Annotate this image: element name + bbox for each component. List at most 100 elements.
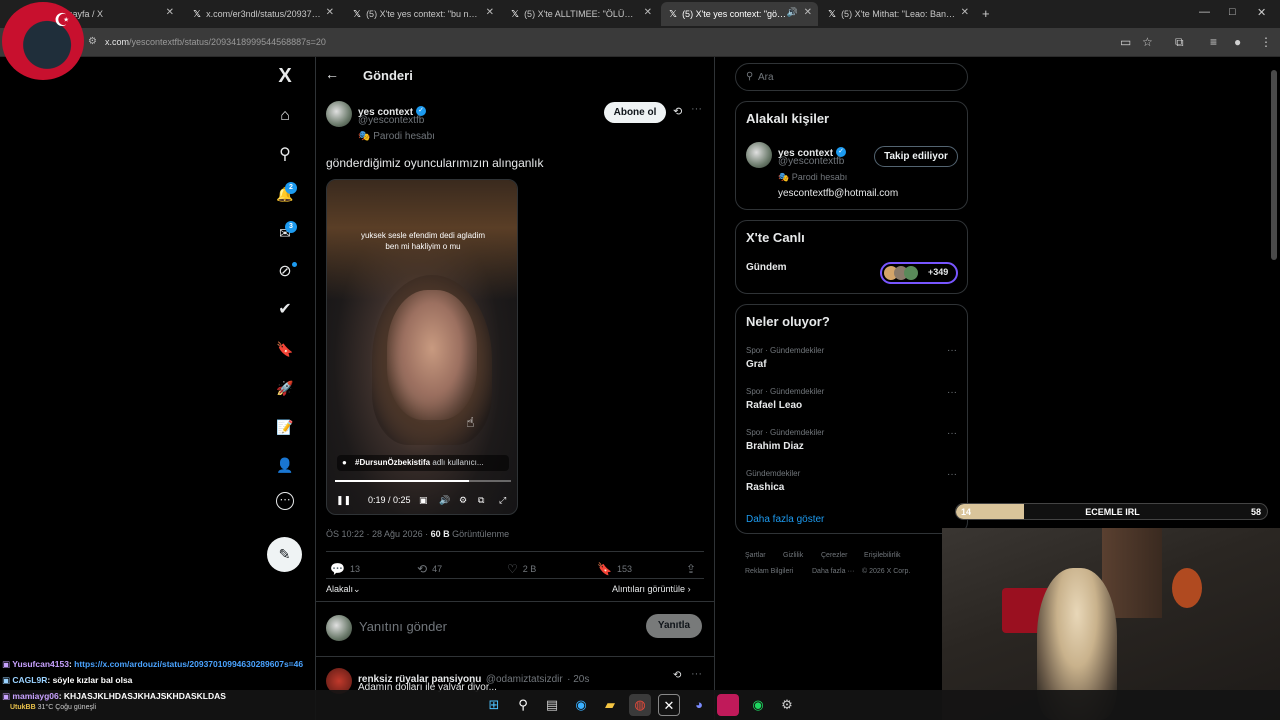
settings-gear-icon[interactable]: ⚙: [459, 495, 467, 506]
pause-icon[interactable]: ❚❚: [336, 495, 351, 506]
trend-name[interactable]: Rashica: [746, 482, 784, 493]
trend-name[interactable]: Rafael Leao: [746, 400, 802, 411]
x-logo-icon[interactable]: X: [273, 64, 297, 88]
author-handle[interactable]: @yescontextfb: [358, 115, 424, 126]
browser-tab-1[interactable]: 𝕏 x.com/er3ndl/status/20937142 ✕: [185, 2, 340, 26]
show-more-link[interactable]: Daha fazla göster: [746, 514, 824, 525]
reply-action[interactable]: 💬 13: [330, 562, 360, 576]
live-topic[interactable]: Gündem: [746, 262, 787, 273]
trend-name[interactable]: Graf: [746, 359, 767, 370]
live-count: +349: [928, 267, 949, 277]
more-icon[interactable]: ⋯: [276, 492, 294, 510]
tab-close-icon[interactable]: ✕: [804, 7, 812, 18]
volume-icon[interactable]: 🔊: [439, 495, 450, 506]
share-action[interactable]: ⇪: [686, 562, 701, 576]
search-placeholder: Ara: [758, 72, 774, 83]
minimize-button[interactable]: —: [1199, 6, 1210, 18]
chrome-icon[interactable]: ◍: [629, 694, 651, 716]
tab-close-icon[interactable]: ✕: [486, 7, 494, 18]
articles-icon[interactable]: 📝: [273, 415, 297, 439]
tab-close-icon[interactable]: ✕: [644, 7, 652, 18]
view-quotes-link[interactable]: Alıntıları görüntüle ›: [612, 584, 691, 594]
home-icon[interactable]: ⌂: [273, 104, 297, 128]
media-control-icon[interactable]: ≡: [1210, 35, 1217, 49]
profile-avatar-icon[interactable]: ●: [1234, 35, 1241, 49]
back-arrow-icon[interactable]: ←: [325, 66, 339, 82]
tab-close-icon[interactable]: ✕: [961, 7, 969, 18]
more-options-icon[interactable]: ···: [691, 103, 702, 115]
taskbar-search-icon[interactable]: ⚲: [512, 694, 534, 716]
more-options-icon[interactable]: ···: [691, 668, 702, 680]
person-handle[interactable]: @yescontextfb: [778, 156, 844, 167]
address-bar[interactable]: ⚙ x.com/yescontextfb/status/209341899954…: [0, 28, 1280, 57]
trend-more-icon[interactable]: ···: [947, 428, 957, 439]
tweet-text: gönderdiğimiz oyuncularımızın alınganlık: [326, 156, 544, 170]
browser-tab-4[interactable]: 𝕏 (5) X'te yes context: "gönde 🔊 ✕: [661, 2, 818, 26]
footer-cookies-link[interactable]: Çerezler: [821, 552, 847, 559]
search-input[interactable]: ⚲ Ara: [735, 63, 968, 91]
grok-explain-icon[interactable]: ⟲: [673, 105, 682, 118]
tab-close-icon[interactable]: ✕: [326, 7, 334, 18]
verified-orgs-icon[interactable]: ✔: [273, 298, 297, 322]
following-button[interactable]: Takip ediliyor: [874, 146, 958, 167]
tweet-video[interactable]: yuksek sesle efendim dedi agladim ben mi…: [326, 179, 518, 515]
trend-more-icon[interactable]: ···: [947, 387, 957, 398]
settings-gear-icon[interactable]: ⚙: [776, 694, 798, 716]
close-window-button[interactable]: ✕: [1257, 6, 1266, 19]
spotify-icon[interactable]: ◉: [747, 694, 769, 716]
retweet-action[interactable]: ⟲ 47: [417, 562, 442, 576]
new-tab-button[interactable]: +: [982, 6, 990, 21]
page-scrollbar[interactable]: [1271, 70, 1277, 260]
bookmarks-icon[interactable]: 🔖: [273, 337, 297, 361]
footer-terms-link[interactable]: Şartlar: [745, 552, 766, 559]
profile-icon[interactable]: 👤: [273, 453, 297, 477]
tab-close-icon[interactable]: ✕: [166, 7, 174, 18]
extensions-icon[interactable]: ⧉: [1175, 35, 1184, 50]
weather-widget[interactable]: UtukBB 31°C Çoğu güneşli: [10, 704, 96, 711]
url-text[interactable]: x.com/yescontextfb/status/20934189995445…: [105, 37, 326, 47]
audio-icon[interactable]: 🔊: [787, 7, 798, 18]
stream-app-icon[interactable]: [717, 694, 739, 716]
x-app-icon[interactable]: ✕: [658, 694, 680, 716]
grok-explain-icon[interactable]: ⟲: [673, 670, 681, 681]
captions-icon[interactable]: ▣: [419, 495, 428, 506]
reply-time[interactable]: · 20s: [567, 674, 589, 685]
windows-start-icon[interactable]: ⊞: [483, 694, 505, 716]
discord-icon[interactable]: ◕: [688, 694, 710, 716]
picture-in-picture-icon[interactable]: ⧉: [478, 495, 484, 506]
trend-more-icon[interactable]: ···: [947, 345, 957, 356]
footer-privacy-link[interactable]: Gizlilik: [783, 552, 803, 559]
related-dropdown[interactable]: Alakalı⌄: [326, 584, 361, 595]
reply-button[interactable]: Yanıtla: [646, 614, 702, 638]
reply-input[interactable]: Yanıtını gönder: [359, 619, 447, 634]
bookmark-star-icon[interactable]: ☆: [1142, 35, 1153, 49]
jobs-rocket-icon[interactable]: 🚀: [273, 376, 297, 400]
footer-more-link[interactable]: Daha fazla ···: [812, 568, 854, 575]
author-avatar[interactable]: [326, 101, 352, 127]
file-explorer-icon[interactable]: ▰: [599, 694, 621, 716]
site-info-icon[interactable]: ⚙: [88, 36, 97, 47]
task-view-icon[interactable]: ▤: [541, 694, 563, 716]
video-progress-bar[interactable]: [335, 480, 511, 482]
like-action[interactable]: ♡ 2 B: [507, 562, 536, 576]
fullscreen-icon[interactable]: ⤢: [499, 495, 506, 506]
maximize-button[interactable]: □: [1229, 6, 1236, 18]
explore-icon[interactable]: ⚲: [273, 143, 297, 167]
live-avatars-pill[interactable]: +349: [880, 262, 958, 284]
edge-icon[interactable]: ◉: [570, 694, 592, 716]
subscribe-button[interactable]: Abone ol: [604, 102, 666, 123]
reply-author-handle[interactable]: @odamiztatsizdir: [486, 674, 563, 685]
trend-more-icon[interactable]: ···: [947, 469, 957, 480]
footer-ads-link[interactable]: Reklam Bilgileri: [745, 568, 793, 575]
compose-button[interactable]: ✎: [267, 537, 302, 572]
bookmark-action[interactable]: 🔖 153: [597, 562, 632, 576]
browser-tab-3[interactable]: 𝕏 (5) X'te ALLTIMEE: "ÖLÜYOM AI ✕: [503, 2, 658, 26]
cast-icon[interactable]: ▭: [1120, 35, 1131, 49]
tweet-timestamp[interactable]: ÖS 10:22 · 28 Ağu 2026 ·: [326, 529, 428, 539]
person-avatar[interactable]: [746, 142, 772, 168]
browser-tab-2[interactable]: 𝕏 (5) X'te yes context: "bu ne ami ✕: [345, 2, 500, 26]
trend-name[interactable]: Brahim Diaz: [746, 441, 804, 452]
menu-kebab-icon[interactable]: ⋮: [1260, 35, 1272, 49]
browser-tab-5[interactable]: 𝕏 (5) X'te Mithat: "Leao: Bananey ✕: [820, 2, 975, 26]
footer-accessibility-link[interactable]: Erişilebilirlik: [864, 552, 901, 559]
